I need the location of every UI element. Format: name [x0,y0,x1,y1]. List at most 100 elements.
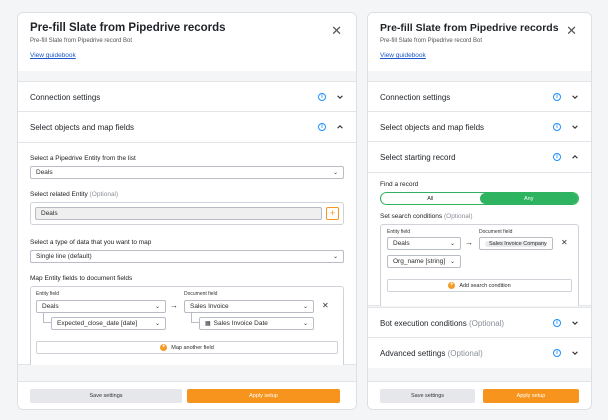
section-label: Connection settings [30,92,101,102]
section-label: Bot execution conditions (Optional) [380,319,553,328]
document-field-value: Sales Invoice [190,303,229,310]
section-label: Select objects and map fields [30,122,135,132]
condition-entity-select[interactable]: Deals ⌄ [387,237,461,250]
panel-header: Pre-fill Slate from Pipedrive records Pr… [368,13,591,71]
info-icon[interactable]: i [553,349,561,357]
chevron-down-icon: ⌄ [449,241,455,247]
chevron-down-icon: ⌄ [302,304,308,310]
close-icon[interactable]: ✕ [331,23,342,39]
section-label: Advanced settings (Optional) [380,349,553,358]
entity-select[interactable]: Deals ⌄ [30,166,344,179]
section-advanced-settings[interactable]: Advanced settings (Optional) i [368,337,591,369]
info-icon[interactable]: i [553,123,561,131]
arrow-right-icon: → [465,238,473,247]
map-another-field-button[interactable]: + Map another field [36,341,338,354]
bot-setup-panel-right: Pre-fill Slate from Pipedrive records Pr… [367,12,592,410]
search-conditions-box: Entity field Document field Deals ⌄ → Sa… [380,224,579,308]
chevron-up-icon[interactable] [571,153,579,161]
chevron-down-icon[interactable] [571,349,579,357]
related-entity-value: Deals [41,210,58,217]
entity-field-label: Entity field [36,291,60,297]
save-settings-button[interactable]: Save settings [30,389,182,403]
spacer [368,71,591,81]
chevron-down-icon: ⌄ [154,321,160,327]
related-entity-input[interactable]: Deals [35,207,322,220]
section-select-objects: Select objects and map fields i Select a… [18,111,356,374]
section-label: Select objects and map fields [380,122,485,132]
close-icon[interactable]: ✕ [566,23,577,39]
apply-setup-button[interactable]: Apply setup [187,389,340,403]
bot-exec-text: Bot execution conditions [380,318,467,328]
condition-document-field[interactable]: Sales Invoice Company C [479,237,553,250]
panel-title: Pre-fill Slate from Pipedrive records [380,22,559,34]
sub-entity-field-select[interactable]: Expected_close_date [date] ⌄ [51,317,166,330]
document-field-label: Document field [479,229,513,235]
entity-field-select[interactable]: Deals ⌄ [36,300,166,313]
plus-icon: + [448,282,456,289]
data-type-label: Select a type of data that you want to m… [30,239,152,246]
toggle-any[interactable]: Any [479,193,578,204]
info-icon[interactable]: i [553,93,561,101]
document-field-select[interactable]: Sales Invoice ⌄ [184,300,314,313]
add-related-entity-button[interactable]: + [326,207,339,220]
section-select-objects[interactable]: Select objects and map fields i [368,111,591,143]
apply-setup-button[interactable]: Apply setup [483,389,579,403]
optional-tag: (Optional) [89,191,119,198]
section-header[interactable]: Select objects and map fields i [18,112,356,142]
chevron-up-icon[interactable] [336,123,344,131]
chevron-down-icon[interactable] [571,319,579,327]
related-entity-box: Deals + [30,202,344,225]
section-header[interactable]: Select starting record i [368,142,591,172]
optional-tag: (Optional) [447,348,483,358]
condition-entity-value: Deals [393,240,410,247]
arrow-right-icon: → [170,301,178,310]
add-search-condition-button[interactable]: + Add search condition [387,279,572,292]
entity-label: Select a Pipedrive Entity from the list [30,155,136,162]
related-entity-text: Select related Entity [30,191,88,198]
section-label: Select starting record [380,152,456,162]
save-settings-button[interactable]: Save settings [380,389,475,403]
section-bot-execution[interactable]: Bot execution conditions (Optional) i [368,307,591,339]
plus-icon: + [160,344,168,351]
search-conditions-label: Set search conditions (Optional) [380,213,579,220]
section-connection-settings[interactable]: Connection settings i [368,81,591,113]
chevron-down-icon: ⌄ [332,170,338,176]
section-label: Connection settings [380,92,451,102]
chevron-down-icon[interactable] [571,93,579,101]
entity-value: Deals [36,169,53,176]
chevron-down-icon: ⌄ [302,321,308,327]
spacer [18,71,356,81]
condition-sub-field-select[interactable]: Org_name [string] ⌄ [387,255,461,268]
section-body: Select a Pipedrive Entity from the list … [18,142,356,380]
chevron-down-icon[interactable] [336,93,344,101]
tree-connector [43,313,51,323]
view-guidebook-link[interactable]: View guidebook [30,52,76,59]
view-guidebook-link[interactable]: View guidebook [380,52,426,59]
bot-setup-panel-left: Pre-fill Slate from Pipedrive records Pr… [17,12,357,410]
panel-title: Pre-fill Slate from Pipedrive records [30,22,226,34]
panel-subtitle: Pre-fill Slate from Pipedrive record Bot [30,38,133,44]
chevron-down-icon: ⌄ [449,259,455,265]
info-icon[interactable]: i [553,319,561,327]
remove-mapping-icon[interactable]: ✕ [322,301,329,310]
data-type-select[interactable]: Single line (default) ⌄ [30,250,344,263]
entity-field-value: Deals [42,303,59,310]
calendar-icon: ▦ [205,321,211,327]
map-fields-label: Map Entity fields to document fields [30,275,133,282]
chevron-down-icon[interactable] [571,123,579,131]
remove-condition-icon[interactable]: ✕ [561,238,568,247]
panel-subtitle: Pre-fill Slate from Pipedrive record Bot [380,38,483,44]
section-connection-settings[interactable]: Connection settings i [18,81,356,113]
data-type-value: Single line (default) [36,253,92,260]
info-icon[interactable]: i [318,93,326,101]
toggle-all[interactable]: All [381,193,480,204]
find-record-label: Find a record [380,181,419,188]
sub-document-field-value: Sales Invoice Date [213,320,268,327]
info-icon[interactable]: i [553,153,561,161]
search-conditions-text: Set search conditions [380,213,443,220]
add-search-condition-label: Add search condition [459,282,511,289]
tree-connector [191,313,199,323]
info-icon[interactable]: i [318,123,326,131]
sub-document-field-select[interactable]: ▦ Sales Invoice Date ⌄ [199,317,314,330]
related-entity-label: Select related Entity (Optional) [30,191,344,198]
